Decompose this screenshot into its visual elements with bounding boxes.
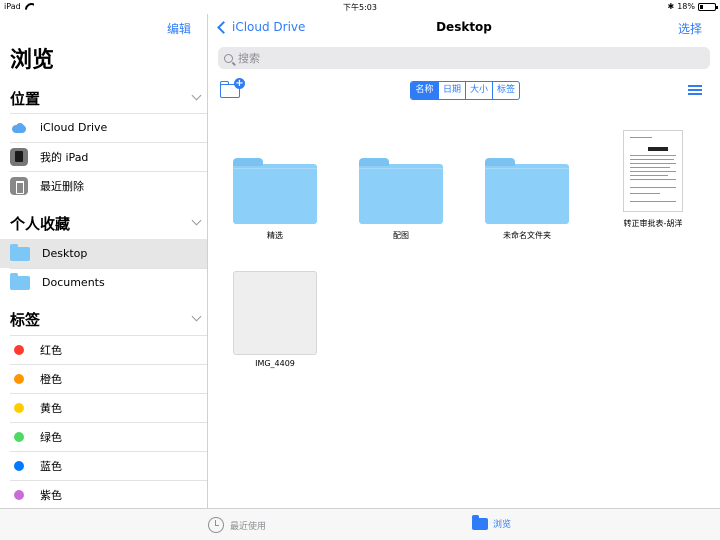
file-item-folder[interactable]: 未命名文件夹 xyxy=(477,144,577,244)
sidebar-tag-red[interactable]: 红色 xyxy=(0,335,207,364)
browse-title: 浏览 xyxy=(10,48,55,73)
file-item-folder[interactable]: 精选 xyxy=(225,144,325,244)
select-button[interactable]: 选择 xyxy=(678,20,702,37)
tab-browse[interactable]: 浏览 xyxy=(472,514,512,530)
sidebar-item-label: 黄色 xyxy=(40,401,62,415)
sidebar-item-label: 红色 xyxy=(40,343,62,357)
yellow-tag-dot xyxy=(14,402,24,413)
sort-by-tags[interactable]: 标签 xyxy=(492,82,519,99)
sidebar-item-recently-deleted[interactable]: 最近删除 xyxy=(0,171,207,200)
folder-icon xyxy=(10,272,30,290)
tab-recents-label: 最近使用 xyxy=(230,521,267,532)
clock-time: 下午5:03 xyxy=(343,3,377,12)
sidebar-item-label: Documents xyxy=(42,276,105,289)
tab-recents[interactable]: 最近使用 xyxy=(208,517,266,533)
image-thumbnail xyxy=(233,271,317,355)
sort-by-date[interactable]: 日期 xyxy=(438,82,465,99)
icloud-icon xyxy=(10,122,28,133)
battery-percent: 18% xyxy=(677,2,695,11)
sidebar-tag-orange[interactable]: 橙色 xyxy=(0,364,207,393)
green-tag-dot xyxy=(14,431,24,442)
chevron-down-icon xyxy=(191,215,202,226)
blue-tag-dot xyxy=(14,460,24,471)
red-tag-dot xyxy=(14,344,24,355)
file-item-label: 未命名文件夹 xyxy=(503,231,551,240)
file-item-label: IMG_4409 xyxy=(255,359,295,368)
tags-header[interactable]: 标签 xyxy=(10,309,202,335)
sidebar-item-label: 绿色 xyxy=(40,430,62,444)
ipad-icon xyxy=(10,147,28,166)
file-item-label: 配图 xyxy=(393,231,409,240)
search-input[interactable]: 搜索 xyxy=(218,47,710,69)
battery-icon xyxy=(698,2,718,11)
sidebar-item-label: 最近删除 xyxy=(40,179,84,193)
file-item-document[interactable]: 转正审批表-胡洋 xyxy=(603,130,703,244)
tab-bar: 最近使用 浏览 xyxy=(0,508,720,540)
list-view-icon[interactable] xyxy=(688,85,702,95)
sort-by-size[interactable]: 大小 xyxy=(465,82,492,99)
favorites-header-label: 个人收藏 xyxy=(10,215,71,233)
search-icon xyxy=(224,53,233,63)
main-panel: iCloud Drive Desktop 选择 搜索 + 名称 日期 大小 标签… xyxy=(208,14,720,508)
sidebar-tag-yellow[interactable]: 黄色 xyxy=(0,393,207,422)
sidebar-item-label: Desktop xyxy=(42,247,88,260)
sort-by-name[interactable]: 名称 xyxy=(411,82,438,99)
sidebar-item-label: iCloud Drive xyxy=(40,121,108,134)
sidebar-item-label: 蓝色 xyxy=(40,459,62,473)
locations-header[interactable]: 位置 xyxy=(10,88,202,114)
plus-icon: + xyxy=(234,78,245,89)
sidebar-item-label: 橙色 xyxy=(40,372,62,386)
clock-icon xyxy=(208,517,224,533)
sidebar-item-documents[interactable]: Documents xyxy=(0,268,207,297)
edit-button[interactable]: 编辑 xyxy=(167,20,191,37)
orange-tag-dot xyxy=(14,373,24,384)
status-bar: iPad 下午5:03 ✱ 18% xyxy=(0,0,720,14)
bluetooth-icon: ✱ xyxy=(667,2,675,11)
tags-header-label: 标签 xyxy=(10,311,41,329)
file-item-image[interactable]: IMG_4409 xyxy=(225,271,325,371)
sidebar-tag-purple[interactable]: 紫色 xyxy=(0,480,207,509)
folder-icon xyxy=(233,158,317,224)
folder-icon xyxy=(10,243,30,261)
sort-segmented-control: 名称 日期 大小 标签 xyxy=(410,81,520,100)
file-item-label: 转正审批表-胡洋 xyxy=(623,219,683,228)
sidebar-item-icloud-drive[interactable]: iCloud Drive xyxy=(0,113,207,142)
favorites-header[interactable]: 个人收藏 xyxy=(10,213,202,239)
trash-icon xyxy=(10,176,28,195)
page-title: Desktop xyxy=(436,20,492,34)
document-thumbnail xyxy=(623,130,683,212)
chevron-down-icon xyxy=(191,90,202,101)
sidebar: 编辑 浏览 位置 iCloud Drive 我的 iPad 最近删除 个人收藏 … xyxy=(0,14,208,508)
sidebar-tag-green[interactable]: 绿色 xyxy=(0,422,207,451)
file-item-label: 精选 xyxy=(267,231,283,240)
sidebar-item-label: 紫色 xyxy=(40,488,62,502)
sidebar-tag-blue[interactable]: 蓝色 xyxy=(0,451,207,480)
search-placeholder: 搜索 xyxy=(238,52,260,65)
chevron-down-icon xyxy=(191,311,202,322)
locations-header-label: 位置 xyxy=(10,90,41,108)
new-folder-button[interactable]: + xyxy=(219,78,245,98)
sidebar-item-label: 我的 iPad xyxy=(40,150,89,164)
folder-icon xyxy=(359,158,443,224)
folder-icon xyxy=(472,514,488,530)
folder-icon xyxy=(485,158,569,224)
tab-browse-label: 浏览 xyxy=(493,520,512,530)
sidebar-item-desktop[interactable]: Desktop xyxy=(0,239,207,268)
purple-tag-dot xyxy=(14,489,24,500)
file-item-folder[interactable]: 配图 xyxy=(351,144,451,244)
sidebar-item-my-ipad[interactable]: 我的 iPad xyxy=(0,142,207,171)
